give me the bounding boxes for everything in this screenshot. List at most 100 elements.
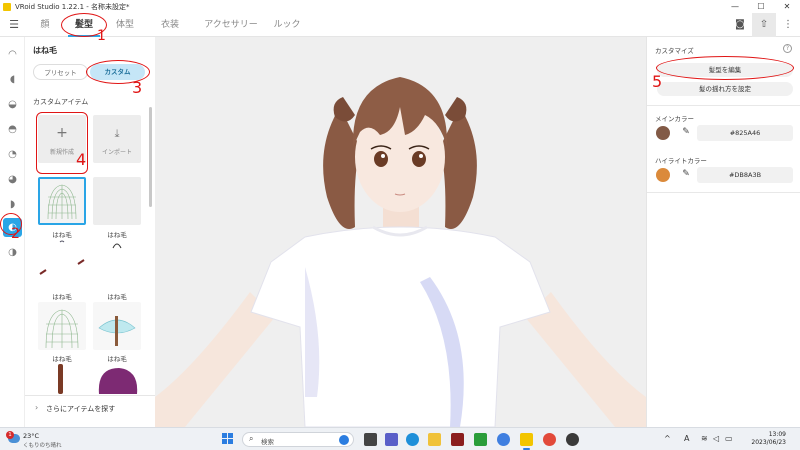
maximize-button[interactable]: ☐ <box>748 0 774 13</box>
battery-icon[interactable]: ▭ <box>725 434 733 443</box>
edge-browser-icon[interactable] <box>406 433 419 446</box>
hair-sway-button[interactable]: 髪の揺れ方を設定 <box>657 82 793 96</box>
hair-item-thumbnail[interactable] <box>93 240 141 288</box>
highlight-color-label: ハイライトカラー <box>655 157 707 165</box>
item-label: はね毛 <box>107 231 127 239</box>
weather-widget[interactable]: 1 23°C くもりのち晴れ <box>6 431 76 449</box>
minimize-button[interactable]: — <box>722 0 748 13</box>
export-icon[interactable]: ⇧ <box>752 13 776 37</box>
tab-bar: ☰ 顔 髪型 体型 衣装 アクセサリー ルック ◙ ⇧ ⋮ <box>0 13 800 37</box>
hair-item-thumbnail[interactable] <box>93 364 141 394</box>
weather-condition: くもりのち晴れ <box>23 443 62 449</box>
app-icon <box>3 2 11 11</box>
highlight-color-swatch[interactable] <box>656 168 670 182</box>
volume-icon[interactable]: ◁ <box>713 434 719 443</box>
file-explorer-icon[interactable] <box>428 433 441 446</box>
hair-strand-preview <box>98 368 138 394</box>
preset-toggle[interactable]: プリセット <box>33 64 88 80</box>
hair-side-icon[interactable]: ◖ <box>3 70 22 89</box>
find-more-items[interactable]: › さらにアイテムを探す <box>25 395 155 421</box>
divider <box>647 192 800 193</box>
windows-taskbar: 1 23°C くもりのち晴れ ⌕ 検索 ^ A ≋ ◁ ▭ 13:09 2023… <box>0 427 800 450</box>
hair-item-thumbnail[interactable] <box>93 302 141 350</box>
download-icon: ⤓ <box>114 127 120 140</box>
hamburger-menu-icon[interactable]: ☰ <box>6 17 22 33</box>
chevron-right-icon: › <box>35 403 39 412</box>
hair-item-thumbnail[interactable] <box>93 177 141 225</box>
customize-heading: カスタマイズ <box>655 47 694 55</box>
import-label: インポート <box>101 149 132 156</box>
eyedropper-icon[interactable]: ✎ <box>681 169 691 181</box>
taskbar-search[interactable]: ⌕ 検索 <box>242 432 354 447</box>
hair-guide-preview <box>98 316 136 346</box>
tab-face[interactable]: 顔 <box>34 13 56 37</box>
item-label: はね毛 <box>52 231 72 239</box>
hair-strand-icon[interactable]: ◗ <box>3 195 22 214</box>
panel-title: はね毛 <box>33 46 57 55</box>
camera-icon[interactable]: ◙ <box>728 13 752 37</box>
hair-item-thumbnail[interactable] <box>38 364 86 394</box>
clock-time: 13:09 <box>768 431 786 438</box>
system-clock[interactable]: 13:09 2023/06/23 <box>751 431 786 447</box>
hair-back-icon[interactable]: ◒ <box>3 95 22 114</box>
main-color-hex[interactable]: #825A46 <box>697 125 793 141</box>
weather-temperature: 23°C <box>23 432 40 440</box>
close-button[interactable]: ✕ <box>774 0 800 13</box>
messenger-icon[interactable] <box>497 433 510 446</box>
annotation-number: 5 <box>652 72 663 91</box>
item-label: はね毛 <box>52 293 72 301</box>
more-options-icon[interactable]: ⋮ <box>776 13 800 37</box>
window-title: VRoid Studio 1.22.1 - 名称未設定* <box>15 2 130 11</box>
hair-guide-preview <box>47 184 77 220</box>
item-label: はね毛 <box>107 355 127 363</box>
annotation-circle <box>656 56 794 80</box>
vroid-studio-app: VRoid Studio 1.22.1 - 名称未設定* — ☐ ✕ ☰ 顔 髪… <box>0 0 800 427</box>
hair-tail-icon[interactable]: ◕ <box>3 170 22 189</box>
hair-strand-preview <box>58 364 63 394</box>
annotation-number: 1 <box>97 28 106 44</box>
xbox-icon[interactable] <box>474 433 487 446</box>
help-icon[interactable]: ? <box>783 44 792 53</box>
title-bar: VRoid Studio 1.22.1 - 名称未設定* — ☐ ✕ <box>0 0 800 13</box>
hair-item-thumbnail[interactable] <box>38 240 86 288</box>
hair-strand-preview <box>39 240 85 275</box>
window-controls: — ☐ ✕ <box>722 0 800 13</box>
hair-ahoge-icon[interactable]: ◔ <box>3 145 22 164</box>
tab-outfit[interactable]: 衣装 <box>155 13 185 37</box>
tab-look[interactable]: ルック <box>272 13 302 37</box>
notification-badge: 1 <box>6 431 14 439</box>
tab-accessory[interactable]: アクセサリー <box>198 13 264 37</box>
vroid-studio-taskbar-icon[interactable] <box>520 433 533 450</box>
hair-extra-icon[interactable]: ◑ <box>3 243 22 262</box>
wifi-icon[interactable]: ≋ <box>701 434 708 443</box>
search-icon: ⌕ <box>249 434 254 443</box>
eyedropper-icon[interactable]: ✎ <box>681 127 691 139</box>
highlight-color-hex[interactable]: #DB8A3B <box>697 167 793 183</box>
task-view-icon[interactable] <box>364 433 377 446</box>
chrome-icon[interactable] <box>543 433 556 446</box>
app-icon[interactable] <box>566 433 579 446</box>
app-icon[interactable] <box>451 433 464 446</box>
tray-overflow-icon[interactable]: ^ <box>664 434 671 443</box>
teams-chat-icon[interactable] <box>385 433 398 446</box>
tab-body[interactable]: 体型 <box>110 13 140 37</box>
annotation-number: 4 <box>76 150 87 169</box>
main-color-swatch[interactable] <box>656 126 670 140</box>
clock-date: 2023/06/23 <box>751 439 786 446</box>
hair-item-thumbnail[interactable] <box>38 177 86 225</box>
annotation-number: 3 <box>132 78 143 97</box>
ime-indicator[interactable]: A <box>684 434 689 443</box>
import-button[interactable]: ⤓ インポート <box>93 115 141 163</box>
items-scrollbar[interactable] <box>149 107 152 207</box>
item-label: はね毛 <box>52 355 72 363</box>
hair-base-icon[interactable]: ◓ <box>3 120 22 139</box>
windows-start-icon[interactable] <box>222 433 234 445</box>
find-more-label: さらにアイテムを探す <box>46 405 116 413</box>
toolbar-right: ◙ ⇧ ⋮ <box>728 13 800 37</box>
3d-viewport[interactable] <box>155 37 646 427</box>
hair-guide-preview <box>45 309 79 349</box>
main-color-label: メインカラー <box>655 115 694 123</box>
hair-item-thumbnail[interactable] <box>38 302 86 350</box>
item-label: はね毛 <box>107 293 127 301</box>
hair-front-icon[interactable]: ◠ <box>3 45 22 64</box>
